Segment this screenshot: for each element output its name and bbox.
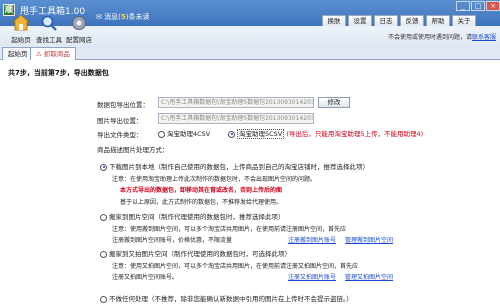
magnifier-icon (41, 15, 57, 31)
find-tool-label: 查找工具 (36, 36, 62, 44)
image-space-option[interactable]: 搬家到图片空间（制作代理使用的数据包时，推荐选择此项） (100, 211, 285, 221)
config-tool[interactable]: 配置网店 (60, 14, 98, 44)
tab-grab-products[interactable]: ⚠ 抓取商品 (30, 47, 76, 60)
download-local-label: 下载图片到本地（制作自己使用的数据包，上传商品到自己的淘宝店铺时，推荐选择此项） (109, 163, 369, 171)
message-suffix: )条未读 (125, 13, 150, 21)
message-prefix: 消息( (104, 13, 121, 21)
no-processing-option[interactable]: 不做任何处理（不推荐，除非您能确认新数据中引用的图片在上传时不会提示盗链。） (100, 293, 353, 303)
image-path-label: 图片导出位置： (97, 117, 143, 125)
minimize-button[interactable]: _ (456, 1, 470, 11)
file-type-csv5-option[interactable]: 淘宝助理5CSV (导出后，只能用淘宝助理5上传，不能用助理4) (228, 128, 424, 139)
message-link[interactable]: ✉ 消息(5)条未读 (96, 12, 149, 22)
upyun-space-note-1: 注意：使用又拍图片空间，可以多个淘宝店共用图片，在使用前请注册又拍图片空间，首先… (112, 263, 359, 270)
image-space-note-1: 注意：使用搬到图片空间，可以多个淘宝店共用图片，在使用前请注册图片空间，首先应 (112, 226, 347, 233)
home-icon (12, 14, 30, 31)
download-local-note-1: 注意：在使用淘宝助理上传此次制作的数据包时，不会出现图片空间的问题。 (112, 176, 317, 183)
help-notice: 不会使用或使用时遇到问题，请联系客服 (388, 32, 496, 41)
maximize-button[interactable]: □ (471, 1, 485, 11)
image-space-label: 搬家到图片空间（制作代理使用的数据包时，推荐选择此项） (109, 213, 285, 221)
csv5-label: 淘宝助理5CSV (237, 129, 285, 139)
modify-button[interactable]: 修改 (318, 97, 350, 108)
csv4-label: 淘宝助理4CSV (167, 130, 211, 138)
config-tool-label: 配置网店 (66, 36, 92, 44)
upyun-space-note-2: 注册又拍图片空间账号。 (112, 274, 179, 281)
image-path-field[interactable]: C:\甩手工具箱数据包\淘宝助理5数据包20130930142030 (158, 113, 314, 124)
csv5-radio[interactable] (228, 130, 235, 138)
download-local-note-3: 基于以上原因，此方式制作的数据包，不推荐发给代理使用。 (120, 199, 283, 206)
notice-text: 不会使用或使用时遇到问题，请 (387, 34, 472, 41)
csv5-hint: (导出后，只能用淘宝助理5上传，不能用助理4) (286, 130, 424, 138)
no-processing-radio[interactable] (100, 295, 107, 303)
tab-grab-products-label: 抓取商品 (43, 50, 70, 58)
gear-icon (72, 16, 86, 30)
package-path-field[interactable]: C:\甩手工具箱数据包\淘宝助理5数据包20130930142030.csv (158, 97, 314, 108)
manage-upyun-link[interactable]: 管理又拍图片空间 (345, 272, 393, 281)
csv4-radio[interactable] (158, 130, 165, 138)
upyun-space-label: 搬家到又拍图片空间（制作代理使用的数据包时，可选择此项） (109, 250, 291, 258)
image-space-note-2: 注册搬到图片空间账号，价格优惠，不限流量 (112, 237, 233, 244)
description-images-label: 商品描述图片处理方式： (97, 146, 169, 154)
no-processing-label: 不做任何处理（不推荐，除非您能确认新数据中引用的图片在上传时不会提示盗链。） (109, 295, 353, 303)
register-upyun-link[interactable]: 注册又拍图片账号 (288, 272, 336, 281)
warning-icon: ⚠ (36, 50, 42, 58)
download-local-radio[interactable] (100, 163, 107, 171)
step-title: 共7步，当前第7步，导出数据包 (8, 69, 109, 77)
manage-image-space-link[interactable]: 管理搬到图片空间 (345, 235, 393, 244)
contact-support-link[interactable]: 联系客服 (472, 34, 496, 41)
upyun-space-option[interactable]: 搬家到又拍图片空间（制作代理使用的数据包时，可选择此项） (100, 248, 291, 258)
home-tool-label: 起始页 (11, 36, 31, 44)
tab-home-label: 起始页 (8, 50, 28, 58)
file-type-csv4-option[interactable]: 淘宝助理4CSV (158, 128, 210, 138)
register-image-space-link[interactable]: 注册搬到图片账号 (288, 235, 336, 244)
download-local-note-2: 本方式导出的数据包，卸移动其在育或改名，否则上传后的图 (120, 187, 283, 194)
package-path-label: 数据包导出位置： (97, 101, 149, 109)
download-local-option[interactable]: 下载图片到本地（制作自己使用的数据包，上传商品到自己的淘宝店铺时，推荐选择此项） (100, 161, 369, 171)
tab-home[interactable]: 起始页 (2, 47, 34, 60)
file-type-label: 导出文件类型： (97, 131, 143, 139)
image-space-radio[interactable] (100, 213, 107, 221)
upyun-space-radio[interactable] (100, 250, 107, 258)
close-button[interactable]: × (486, 1, 500, 11)
